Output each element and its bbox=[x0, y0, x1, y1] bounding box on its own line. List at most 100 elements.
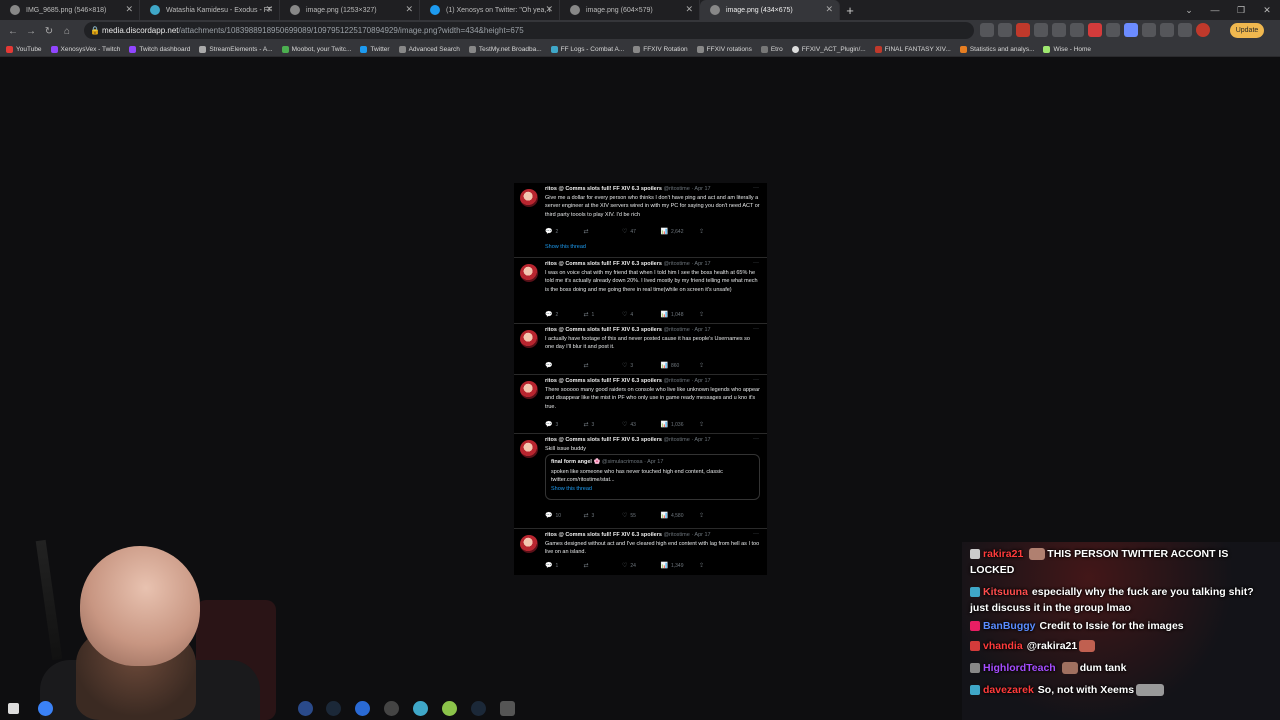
views-icon: 📊 bbox=[660, 563, 668, 569]
steam-icon[interactable] bbox=[326, 701, 341, 716]
tweet: ritos @ Comms slots full! FF XIV 6.3 spo… bbox=[514, 375, 767, 434]
browser-tab[interactable]: Watashia Kamidesu - Exodus - FF ✕ bbox=[140, 0, 280, 20]
share-icon[interactable] bbox=[980, 23, 994, 37]
tweet-author: ritos @ Comms slots full! FF XIV 6.3 spo… bbox=[545, 378, 662, 384]
bookmark-item[interactable]: Advanced Search bbox=[398, 45, 460, 53]
extension-icon[interactable] bbox=[1052, 23, 1066, 37]
browser-tab[interactable]: image.png (1253×327) ✕ bbox=[280, 0, 420, 20]
minimize-icon[interactable]: — bbox=[1202, 0, 1228, 20]
puzzle-icon[interactable] bbox=[1160, 23, 1174, 37]
bookmark-item[interactable]: Wise - Home bbox=[1043, 45, 1091, 53]
tweet-author: ritos @ Comms slots full! FF XIV 6.3 spo… bbox=[545, 327, 662, 333]
quote-text: spoken like someone who has never touche… bbox=[551, 469, 723, 483]
close-window-icon[interactable]: ✕ bbox=[1254, 0, 1280, 20]
emote-icon bbox=[1136, 684, 1165, 697]
close-icon[interactable]: ✕ bbox=[685, 4, 693, 15]
steam-icon[interactable] bbox=[471, 701, 486, 716]
taskbar-app-icon[interactable] bbox=[413, 701, 428, 716]
bookmark-item[interactable]: TestMy.net Broadba... bbox=[468, 45, 542, 53]
tweet-header: ritos @ Comms slots full! FF XIV 6.3 spo… bbox=[545, 437, 711, 443]
obs-icon[interactable] bbox=[500, 701, 515, 716]
more-icon: ··· bbox=[753, 531, 759, 537]
bookmark-item[interactable]: XenosysVex - Twitch bbox=[50, 45, 120, 53]
profile-icon[interactable] bbox=[1196, 23, 1210, 37]
home-icon[interactable]: ⌂ bbox=[58, 22, 76, 40]
globe-icon bbox=[633, 45, 641, 53]
taskbar-app-icon[interactable] bbox=[298, 701, 313, 716]
bookmark-item[interactable]: FFXIV Rotation bbox=[633, 45, 688, 53]
extension-icon[interactable] bbox=[1088, 23, 1102, 37]
taskbar-app-icon[interactable] bbox=[38, 701, 53, 716]
browser-tab[interactable]: (1) Xenosys on Twitter: "Oh yea, t ✕ bbox=[420, 0, 560, 20]
bookmark-item[interactable]: Moobot, your Twitc... bbox=[281, 45, 351, 53]
new-tab-button[interactable]: + bbox=[840, 0, 860, 20]
bookmark-item[interactable]: Etro bbox=[760, 45, 783, 53]
bookmark-item[interactable]: FINAL FANTASY XIV... bbox=[874, 45, 951, 53]
browser-tab[interactable]: IMG_9685.png (546×818) ✕ bbox=[0, 0, 140, 20]
close-icon[interactable]: ✕ bbox=[265, 4, 273, 15]
avatar bbox=[520, 189, 538, 207]
badge-icon bbox=[970, 549, 980, 560]
emote-icon bbox=[1079, 640, 1096, 653]
tweet-header: ritos @ Comms slots full! FF XIV 6.3 spo… bbox=[545, 327, 711, 333]
restore-icon[interactable]: ❐ bbox=[1228, 0, 1254, 20]
browser-tab-active[interactable]: image.png (434×675) ✕ bbox=[700, 0, 840, 20]
close-icon[interactable]: ✕ bbox=[125, 4, 133, 15]
bookmark-item[interactable]: FF Logs - Combat A... bbox=[550, 45, 624, 53]
views-icon: 📊 bbox=[660, 363, 668, 369]
bookmark-item[interactable]: StreamElements - A... bbox=[199, 45, 273, 53]
stats-icon bbox=[959, 45, 967, 53]
bookmark-item[interactable]: FFXIV rotations bbox=[696, 45, 752, 53]
tweet-text: I was on voice chat with my friend that … bbox=[545, 270, 758, 293]
bookmark-item[interactable]: Twitter bbox=[360, 45, 390, 53]
forward-icon[interactable]: → bbox=[22, 22, 40, 40]
tweet-header: ritos @ Comms slots full! FF XIV 6.3 spo… bbox=[545, 186, 711, 192]
retweet-count: 3 bbox=[591, 421, 595, 428]
taskbar-app-icon[interactable] bbox=[384, 701, 399, 716]
share-icon: ⇪ bbox=[699, 229, 705, 235]
reload-icon[interactable]: ↻ bbox=[40, 22, 58, 40]
bookmark-item[interactable]: Statistics and analys... bbox=[959, 45, 1034, 53]
adblock-icon[interactable] bbox=[1016, 23, 1030, 37]
taskbar-app-icon[interactable] bbox=[442, 701, 457, 716]
tweet-handle: @ritostime · Apr 17 bbox=[663, 378, 711, 384]
avatar bbox=[520, 535, 538, 553]
extension-icon[interactable] bbox=[1034, 23, 1048, 37]
tweet-text: There sooooo many good raiders on consol… bbox=[545, 387, 760, 410]
close-icon[interactable]: ✕ bbox=[405, 4, 413, 15]
extension-icon[interactable] bbox=[1106, 23, 1120, 37]
reply-icon: 💬 bbox=[545, 229, 553, 235]
bookmark-item[interactable]: FFXIV_ACT_Plugin/... bbox=[791, 45, 866, 53]
tab-search-icon[interactable]: ⌄ bbox=[1176, 0, 1202, 20]
tweet-actions: 💬 10 ⇄ 3 ♡ 55 📊 4,580 ⇪ bbox=[545, 512, 735, 520]
close-icon[interactable]: ✕ bbox=[545, 4, 553, 15]
taskbar-app-icon[interactable] bbox=[355, 701, 370, 716]
avatar bbox=[520, 381, 538, 399]
back-icon[interactable]: ← bbox=[4, 22, 22, 40]
page-favicon-icon bbox=[570, 5, 580, 15]
close-icon[interactable]: ✕ bbox=[825, 4, 833, 15]
window-controls: ⌄ — ❐ ✕ bbox=[1176, 0, 1280, 20]
chat-message: rakira21 THIS PERSON TWITTER ACCONT IS LO… bbox=[970, 546, 1275, 578]
reply-count: 2 bbox=[555, 228, 559, 235]
chat-message: Kitsuuna especially why the fuck are you … bbox=[970, 584, 1275, 616]
extension-icons bbox=[980, 23, 1210, 37]
tweet-handle: @ritostime · Apr 17 bbox=[663, 186, 711, 192]
extension-icon[interactable] bbox=[1124, 23, 1138, 37]
fflogs-icon bbox=[550, 45, 558, 53]
sidebar-icon[interactable] bbox=[1178, 23, 1192, 37]
bookmark-label: FINAL FANTASY XIV... bbox=[884, 45, 951, 53]
bookmark-star-icon[interactable] bbox=[998, 23, 1012, 37]
extension-icon[interactable] bbox=[1142, 23, 1156, 37]
page-favicon-icon bbox=[290, 5, 300, 15]
tweet-actions: 💬 2 ⇄ ♡ 47 📊 2,642 ⇪ bbox=[545, 228, 735, 236]
address-bar[interactable]: 🔒 media.discordapp.net/attachments/10839… bbox=[84, 22, 974, 39]
bookmark-item[interactable]: Twitch dashboard bbox=[129, 45, 190, 53]
avatar bbox=[520, 440, 538, 458]
windows-start-icon[interactable] bbox=[8, 703, 19, 714]
tab-title: image.png (434×675) bbox=[726, 6, 793, 14]
browser-tab[interactable]: image.png (604×579) ✕ bbox=[560, 0, 700, 20]
bookmark-item[interactable]: YouTube bbox=[6, 45, 42, 53]
update-button[interactable]: Update bbox=[1230, 23, 1264, 38]
extension-icon[interactable] bbox=[1070, 23, 1084, 37]
